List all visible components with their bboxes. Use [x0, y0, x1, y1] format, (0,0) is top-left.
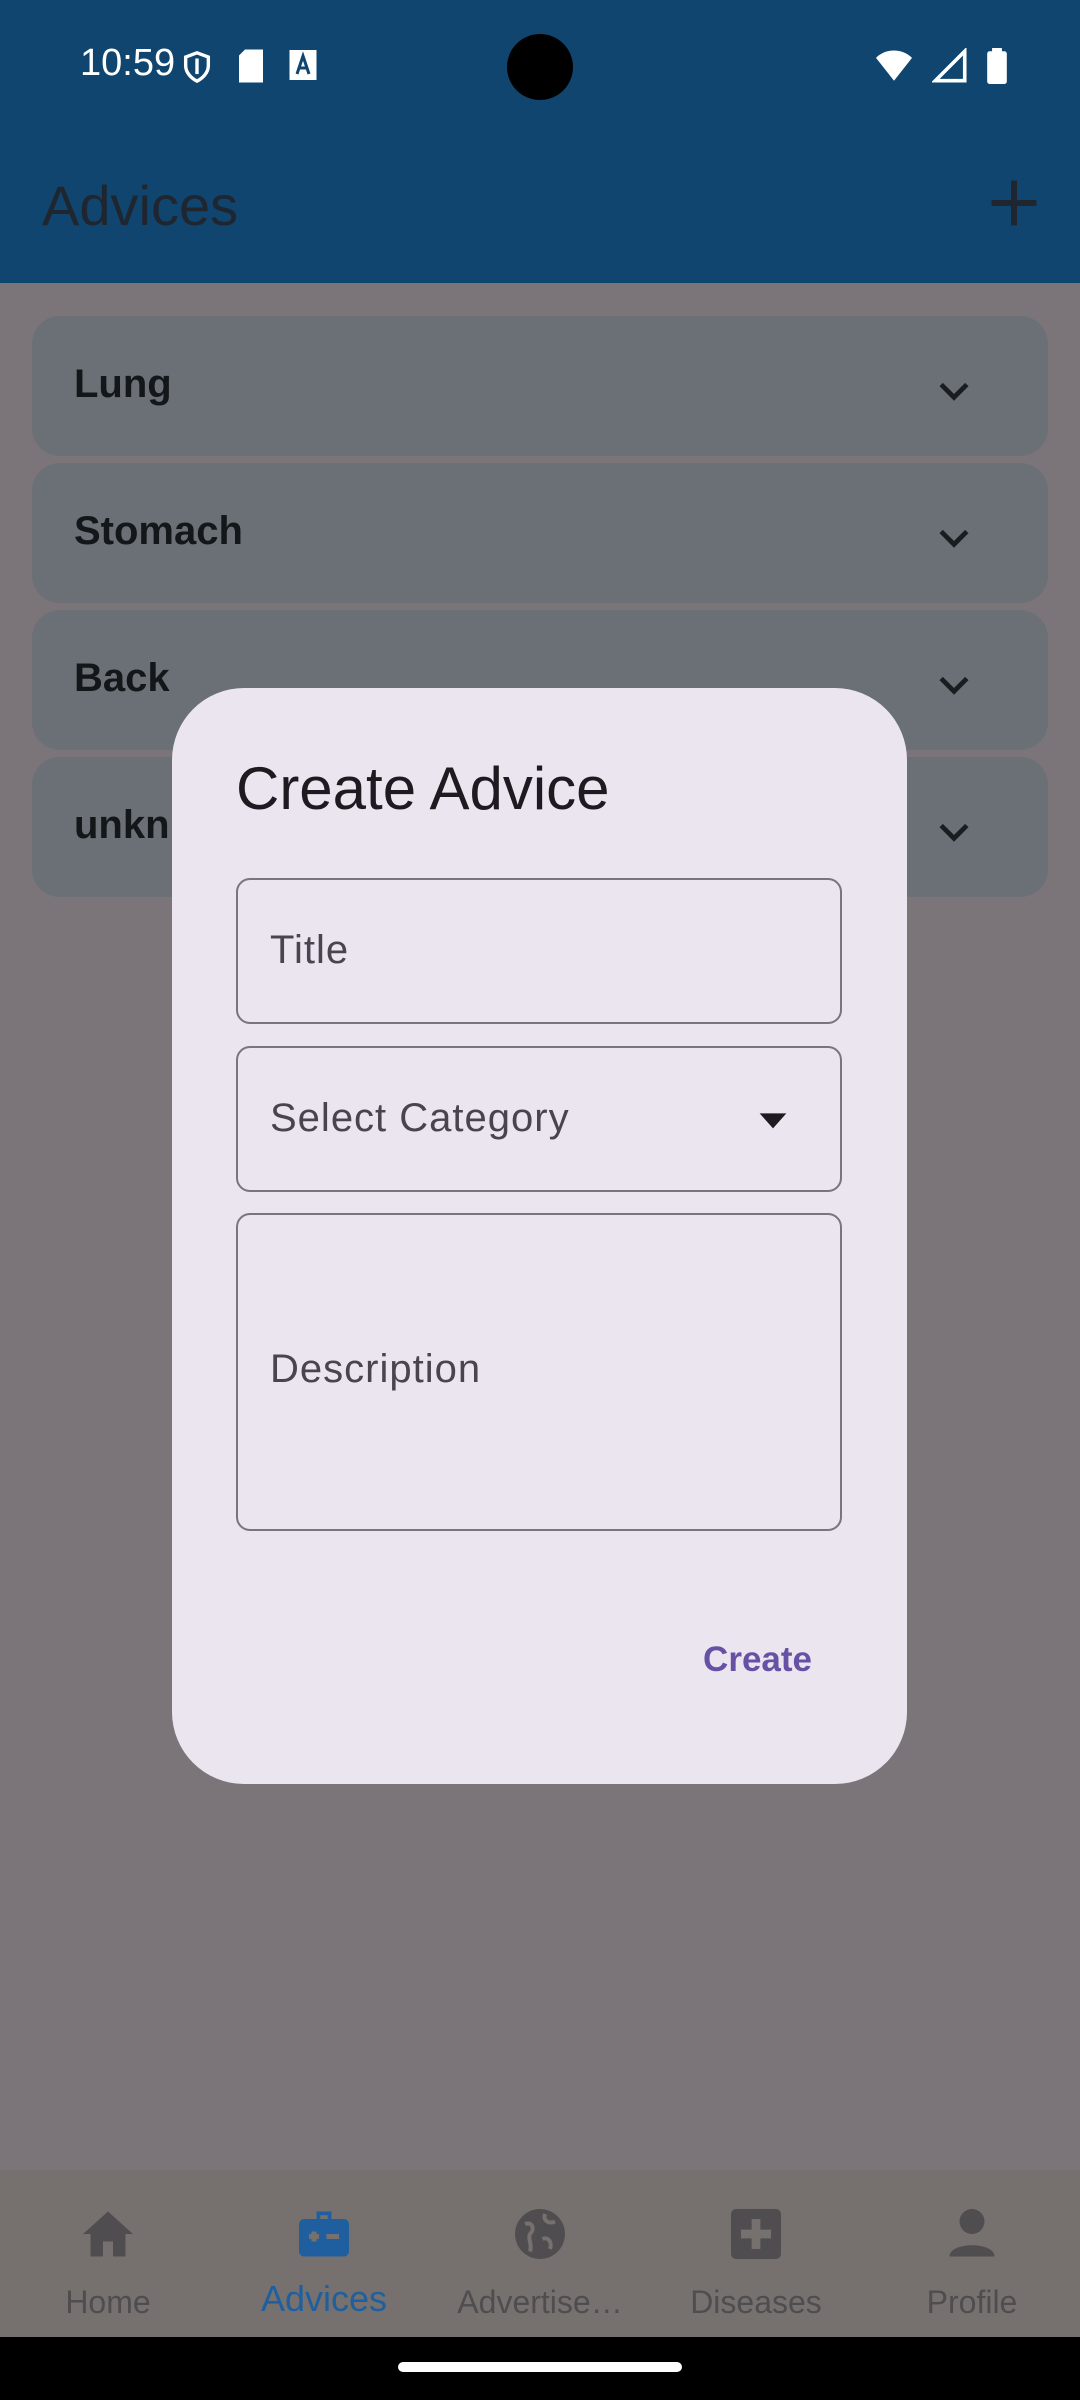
nav-item-home[interactable]: Home: [0, 2170, 216, 2337]
nav-item-diseases[interactable]: Diseases: [648, 2170, 864, 2337]
wifi-icon: [876, 50, 912, 81]
home-gesture-handle[interactable]: [398, 2362, 682, 2372]
category-item-lung[interactable]: Lung: [32, 316, 1048, 456]
signal-icon: [932, 48, 967, 83]
description-input[interactable]: Description: [236, 1213, 842, 1531]
chevron-down-icon: [939, 382, 969, 401]
system-gesture-area: [0, 2337, 1080, 2400]
nav-label-advertisements: Advertise…: [457, 2284, 623, 2320]
nav-item-advices[interactable]: Advices: [216, 2170, 432, 2337]
battery-icon: [987, 48, 1007, 84]
title-input-label: Title: [270, 928, 350, 972]
chevron-down-icon: [939, 823, 969, 842]
nav-item-profile[interactable]: Profile: [864, 2170, 1080, 2337]
globe-icon: [515, 2209, 565, 2259]
description-input-label: Description: [270, 1347, 482, 1391]
nav-label-home: Home: [65, 2284, 151, 2320]
person-icon: [949, 2209, 995, 2257]
create-advice-dialog: Create Advice Title Select Category Desc…: [172, 688, 907, 1784]
camera-cutout: [507, 34, 573, 100]
status-icons-right: [874, 48, 1008, 84]
home-icon: [83, 2211, 133, 2257]
title-input[interactable]: Title: [236, 878, 842, 1024]
category-label: Lung: [74, 362, 172, 406]
category-label: Stomach: [74, 509, 243, 553]
category-item-stomach[interactable]: Stomach: [32, 463, 1048, 603]
add-advice-button[interactable]: [984, 173, 1044, 233]
plus-icon: [991, 180, 1037, 226]
page-title: Advices: [42, 174, 239, 237]
status-icons-left: [180, 48, 318, 86]
status-bar: 10:59: [0, 0, 1080, 135]
shield-icon: [183, 51, 211, 84]
bottom-navigation: Home Advices Advertise… Diseases Profile: [0, 2170, 1080, 2337]
sd-card-icon: [239, 49, 263, 83]
nav-label-profile: Profile: [926, 2284, 1018, 2320]
chevron-down-icon: [939, 529, 969, 548]
category-select[interactable]: Select Category: [236, 1046, 842, 1192]
nav-label-advices: Advices: [260, 2278, 388, 2319]
dropdown-arrow-icon: [759, 1113, 787, 1129]
app-bar: Advices: [0, 135, 1080, 283]
nav-item-advertisements[interactable]: Advertise…: [432, 2170, 648, 2337]
dialog-title: Create Advice: [236, 755, 610, 822]
status-time: 10:59: [80, 42, 176, 84]
medical-bag-icon: [299, 2211, 349, 2257]
create-button[interactable]: Create: [703, 1640, 812, 1680]
nav-label-diseases: Diseases: [690, 2284, 822, 2320]
chevron-down-icon: [939, 676, 969, 695]
category-select-label: Select Category: [270, 1096, 570, 1140]
category-label: unkn: [74, 803, 170, 847]
font-a-icon: [289, 50, 317, 80]
medical-cross-icon: [731, 2209, 781, 2259]
category-label: Back: [74, 656, 170, 700]
